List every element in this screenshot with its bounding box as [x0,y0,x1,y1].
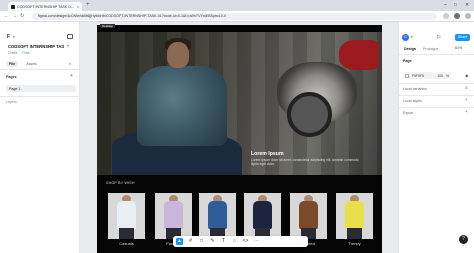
tab-design[interactable]: Design [402,46,418,51]
local-variables-label[interactable]: Local variables [403,87,427,91]
present-button[interactable]: ▷ [437,34,441,40]
divider [0,69,80,70]
hero-model-shirt [137,66,227,146]
layers-panel: F ▾ CODSOFT INTERNSHIP TAS ▾ Drafts Free… [0,22,80,253]
move-tool-button[interactable]: ▲ [176,238,183,245]
category-card[interactable] [108,193,145,239]
model-shirt [208,201,227,229]
left-panel-tabs: File Assets [6,61,40,67]
pen-tool-button[interactable]: ✎ [209,238,216,245]
avatar[interactable]: G [402,34,409,41]
model-pants [119,228,134,239]
search-icon[interactable]: ⌕ [69,61,71,66]
category-label: Trendy [348,241,361,246]
browser-tab[interactable]: CODSOFT INTERNSHIP TASK O... × [8,2,82,11]
hero-scooter-body [339,40,379,70]
toggle-panel-icon[interactable] [67,34,73,39]
browser-tab-strip: CODSOFT INTERNSHIP TASK O... × + – □ ✕ [0,0,474,11]
browser-menu-icon[interactable] [465,13,471,19]
color-swatch[interactable] [405,73,409,78]
more-tools-button[interactable]: ⋯ [253,238,260,245]
tab-assets[interactable]: Assets [23,61,40,67]
category-card[interactable] [199,193,236,239]
model-pants [347,228,362,239]
browser-toolbar: ← → ↻ figma.com/design/4cCNfwhkMt6jjHyIk… [0,11,474,22]
fill-opacity-unit: % [445,73,449,78]
close-tab-icon[interactable]: × [77,4,79,9]
properties-panel: G ▾ ▷ Share Design Prototype 61% Page F5… [398,22,474,253]
tools-toolbar: ▲ # □ ✎ T ○ <> ⋯ [173,236,308,247]
divider [399,107,474,108]
profile-avatar[interactable] [454,13,460,19]
add-style-icon[interactable]: + [465,97,468,102]
hero-caption[interactable]: Lorem Ipsum Lorem ipsum dolor sit amet, … [251,151,361,166]
extensions-icon[interactable] [443,13,449,19]
tab-file[interactable]: File [6,61,19,67]
divider [0,96,80,97]
add-page-icon[interactable]: + [70,73,73,79]
plan-badge: Free [22,51,30,55]
tab-prototype[interactable]: Prototype [421,46,440,51]
help-button[interactable]: ? [459,235,468,244]
text-tool-button[interactable]: T [220,238,227,245]
frame-label[interactable]: Desktop [100,24,116,28]
reload-icon[interactable]: ↻ [20,13,24,19]
divider [399,95,474,96]
figma-favicon-icon [11,4,15,9]
forward-icon[interactable]: → [12,13,17,19]
category-card[interactable] [290,193,327,239]
chevron-down-icon[interactable]: ▾ [13,35,15,39]
local-styles-label[interactable]: Local styles [403,99,422,103]
close-window-icon[interactable]: ✕ [465,2,469,8]
frame-tool-button[interactable]: # [187,238,194,245]
comment-tool-button[interactable]: ○ [231,238,238,245]
address-bar[interactable]: figma.com/design/4cCNfwhkMt6jjHyIkbHb/CO… [32,13,437,20]
fill-hex[interactable]: F5F5F5 [412,74,424,78]
page-item[interactable]: Page 1 [6,85,76,92]
right-panel-tabs: Design Prototype [402,46,440,51]
shape-tool-button[interactable]: □ [198,238,205,245]
hero-scooter-wheel [287,92,332,137]
dev-mode-button[interactable]: <> [242,238,249,245]
drafts-label[interactable]: Drafts [8,51,17,55]
hero-text: Lorem ipsum dolor sit amet, consectetur … [251,158,359,166]
category-card[interactable] [336,193,373,239]
divider [399,54,474,55]
eye-icon[interactable]: ◉ [465,73,469,78]
chevron-down-icon[interactable]: ▾ [67,44,69,48]
file-location: Drafts Free [8,51,30,55]
page-fill-field[interactable]: F5F5F5 100 % [403,72,451,79]
model-shirt [164,201,183,229]
file-title[interactable]: CODSOFT INTERNSHIP TAS [8,44,64,49]
figma-menu-icon[interactable]: F [7,34,10,40]
model-shirt [117,201,136,229]
hero-title: Lorem Ipsum [251,151,284,157]
layers-header[interactable]: Layers [6,100,17,104]
category-card[interactable] [155,193,192,239]
category-label: Casuals [119,241,134,246]
variables-icon[interactable]: ≡ [465,85,468,90]
browser-tab-title: CODSOFT INTERNSHIP TASK O... [17,4,75,9]
section-heading[interactable]: SHOP BY WISH [106,181,135,185]
hero-model-head [167,42,189,68]
minimize-icon[interactable]: – [444,2,447,8]
share-button[interactable]: Share [455,34,470,41]
zoom-dropdown[interactable]: 61% [455,46,462,50]
model-shirt [345,201,364,229]
new-tab-button[interactable]: + [86,2,90,8]
model-shirt [253,201,272,229]
add-export-icon[interactable]: + [465,109,468,114]
category-card[interactable] [244,193,281,239]
back-icon[interactable]: ← [4,13,9,19]
divider [399,83,474,84]
export-label[interactable]: Export [403,111,413,115]
chevron-down-icon[interactable]: ▾ [411,35,413,39]
model-shirt [299,201,318,229]
fill-opacity[interactable]: 100 [437,74,443,78]
page-section-label: Page [403,59,412,63]
pages-header[interactable]: Pages [6,75,17,79]
maximize-icon[interactable]: □ [454,2,457,8]
